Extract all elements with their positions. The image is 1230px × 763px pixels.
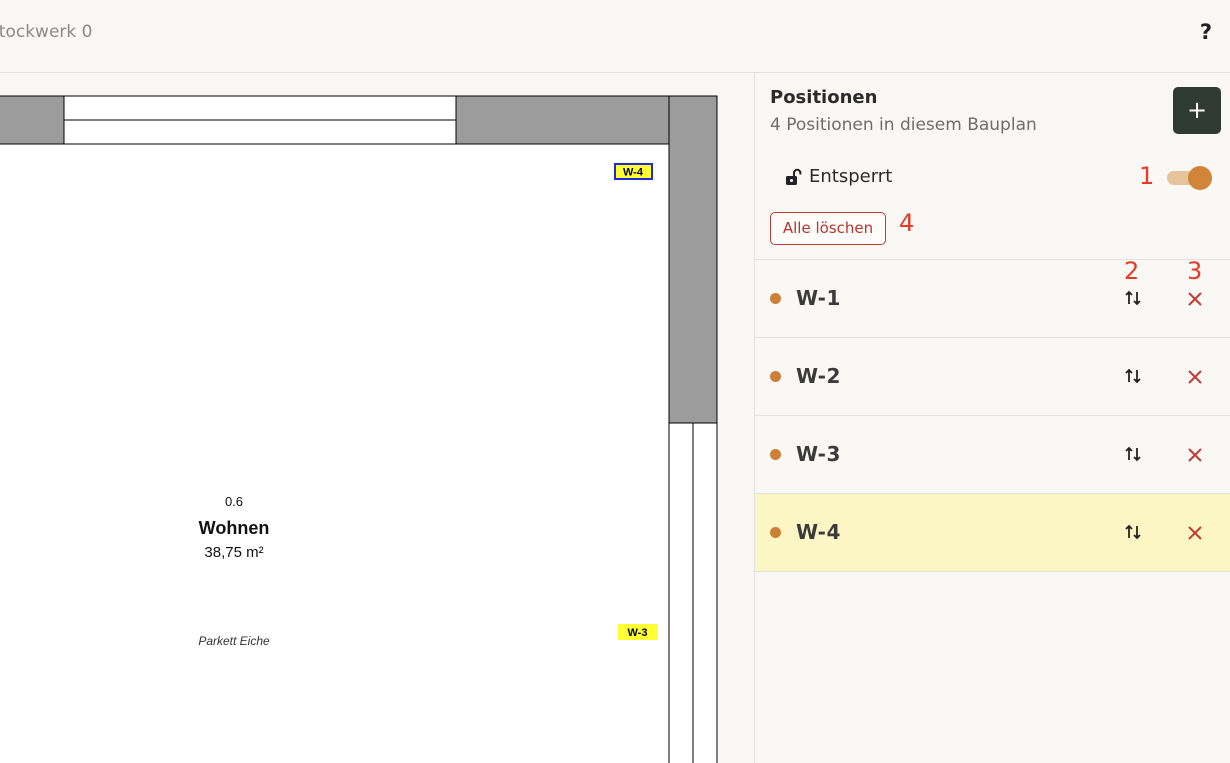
- unlock-icon: [786, 168, 802, 185]
- panel-subtitle: 4 Positionen in diesem Bauplan: [770, 115, 1037, 135]
- wall-top-right: [455, 95, 670, 145]
- position-name: W-1: [796, 286, 841, 310]
- reorder-icon[interactable]: [1123, 288, 1143, 308]
- list-divider: [755, 571, 1230, 572]
- reorder-icon[interactable]: [1123, 444, 1143, 464]
- add-position-button[interactable]: +: [1173, 87, 1221, 134]
- list-item[interactable]: W-2: [755, 337, 1230, 415]
- lock-toggle[interactable]: [1167, 166, 1213, 190]
- room-number: 0.6: [225, 494, 243, 509]
- position-name: W-2: [796, 364, 841, 388]
- positions-panel: Positionen 4 Positionen in diesem Baupla…: [754, 73, 1230, 763]
- plan-marker-label: W-4: [623, 167, 644, 179]
- list-item[interactable]: W-1: [755, 259, 1230, 337]
- plan-marker-label: W-3: [628, 627, 648, 639]
- annotation-1: 1: [1139, 162, 1155, 190]
- floor-plan-canvas[interactable]: 0.6 Wohnen 38,75 m² Parkett Eiche W-4 W-…: [0, 73, 754, 763]
- room-floor: [0, 144, 669, 763]
- reorder-icon[interactable]: [1123, 366, 1143, 386]
- reorder-icon[interactable]: [1123, 522, 1143, 542]
- plan-marker-w4[interactable]: W-4: [614, 163, 653, 180]
- delete-icon[interactable]: [1185, 523, 1205, 543]
- top-bar: Stockwerk 0 ?: [0, 0, 1230, 73]
- room-area: 38,75 m²: [204, 544, 263, 561]
- delete-icon[interactable]: [1185, 367, 1205, 387]
- lock-label: Entsperrt: [809, 166, 893, 187]
- positions-list: W-1 W-2 W-3 W-4: [755, 259, 1230, 572]
- delete-icon[interactable]: [1185, 445, 1205, 465]
- annotation-4: 4: [899, 209, 915, 237]
- wall-right: [668, 95, 718, 424]
- status-dot: [770, 371, 781, 382]
- position-name: W-4: [796, 520, 841, 544]
- floor-title: Stockwerk 0: [0, 22, 93, 42]
- status-dot: [770, 449, 781, 460]
- floor-material: Parkett Eiche: [198, 634, 270, 648]
- panel-title: Positionen: [770, 87, 878, 108]
- position-name: W-3: [796, 442, 841, 466]
- delete-icon[interactable]: [1185, 289, 1205, 309]
- plan-marker-w3[interactable]: W-3: [618, 624, 657, 640]
- clear-all-button[interactable]: Alle löschen: [770, 212, 886, 245]
- wall-top-left: [0, 95, 65, 145]
- help-button[interactable]: ?: [1200, 20, 1212, 44]
- lock-status: Entsperrt: [785, 166, 892, 187]
- list-item[interactable]: W-3: [755, 415, 1230, 493]
- floor-plan: 0.6 Wohnen 38,75 m² Parkett Eiche W-4 W-…: [0, 95, 718, 763]
- list-item-selected[interactable]: W-4: [755, 493, 1230, 571]
- room-name: Wohnen: [199, 518, 270, 538]
- status-dot: [770, 293, 781, 304]
- status-dot: [770, 527, 781, 538]
